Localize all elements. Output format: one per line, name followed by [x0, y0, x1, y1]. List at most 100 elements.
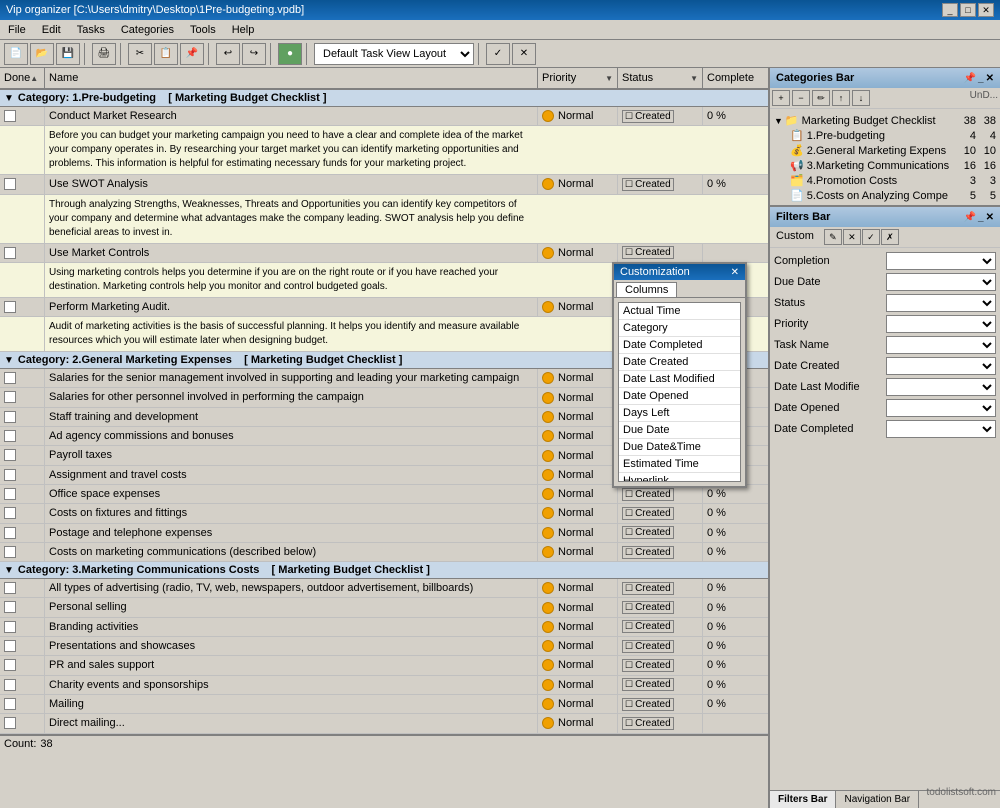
cut-button[interactable]: ✂ — [128, 43, 152, 65]
filter-apply-btn[interactable]: ✓ — [862, 229, 880, 245]
checkbox-4[interactable] — [4, 301, 16, 313]
category-row-3[interactable]: ▼ Category: 3.Marketing Communications C… — [0, 562, 768, 579]
task-done-1[interactable] — [0, 107, 45, 125]
list-item[interactable]: Hyperlink — [619, 473, 740, 482]
checkbox-2[interactable] — [4, 178, 16, 190]
close-button[interactable]: ✕ — [978, 3, 994, 17]
tree-root-expand-icon[interactable]: ▼ — [774, 116, 783, 126]
filter-label-datelastmod: Date Last Modifie — [774, 381, 860, 393]
tree-dn-btn[interactable]: ↓ — [852, 90, 870, 106]
copy-button[interactable]: 📋 — [154, 43, 178, 65]
menu-help[interactable]: Help — [224, 22, 263, 38]
cat-expand-2[interactable]: ▼ — [4, 355, 14, 366]
filter-dropdown-datecompleted[interactable] — [886, 420, 996, 438]
tree-item5-icon: 📄 — [790, 189, 804, 202]
list-item[interactable]: Category — [619, 320, 740, 337]
save-button[interactable]: 💾 — [56, 43, 80, 65]
task-status-1[interactable]: ☐Created — [618, 107, 703, 125]
task-done-3[interactable] — [0, 244, 45, 262]
dialog-title-text: Customization — [620, 266, 690, 278]
menu-tools[interactable]: Tools — [182, 22, 224, 38]
filters-bar-close-icon[interactable]: ✕ — [986, 212, 994, 223]
checkbox-3[interactable] — [4, 247, 16, 259]
undo-button[interactable]: ↩ — [216, 43, 240, 65]
list-item[interactable]: Date Completed — [619, 337, 740, 354]
category-row-1[interactable]: ▼ Category: 1.Pre-budgeting [ Marketing … — [0, 90, 768, 107]
checkbox-1[interactable] — [4, 110, 16, 122]
apply-button[interactable]: ✓ — [486, 43, 510, 65]
status-sort-icon[interactable]: ▼ — [690, 74, 698, 83]
green-button[interactable]: ● — [278, 43, 302, 65]
task-done-4[interactable] — [0, 298, 45, 316]
done-sort-icon[interactable]: ▲ — [30, 74, 38, 83]
list-item[interactable]: Actual Time — [619, 303, 740, 320]
filter-row-datecreated: Date Created — [774, 357, 996, 375]
maximize-button[interactable]: □ — [960, 3, 976, 17]
cat-bar-pin-icon[interactable]: 📌 — [964, 73, 976, 84]
cat-bar-min-icon[interactable]: _ — [978, 73, 984, 84]
list-item[interactable]: Days Left — [619, 405, 740, 422]
tree-item5-label: 5.Costs on Analyzing Compe — [807, 190, 956, 202]
filter-dropdown-datecreated[interactable] — [886, 357, 996, 375]
menu-bar: File Edit Tasks Categories Tools Help — [0, 20, 1000, 40]
filter-dropdown-datelastmod[interactable] — [886, 378, 996, 396]
new-button[interactable]: 📄 — [4, 43, 28, 65]
menu-file[interactable]: File — [0, 22, 34, 38]
filter-clear-btn[interactable]: ✗ — [881, 229, 899, 245]
tree-item-1[interactable]: 📋 1.Pre-budgeting 4 4 — [788, 128, 998, 143]
list-item[interactable]: Date Created — [619, 354, 740, 371]
tree-add-btn[interactable]: + — [772, 90, 790, 106]
list-item[interactable]: Due Date&Time — [619, 439, 740, 456]
priority-sort-icon[interactable]: ▼ — [605, 74, 613, 83]
filter-dropdown-taskname[interactable] — [886, 336, 996, 354]
tree-item-3[interactable]: 📢 3.Marketing Communications 16 16 — [788, 158, 998, 173]
tree-item2-total1: 10 — [956, 145, 976, 157]
list-item[interactable]: Date Opened — [619, 388, 740, 405]
tree-edit-btn[interactable]: ✏ — [812, 90, 830, 106]
redo-button[interactable]: ↪ — [242, 43, 266, 65]
tree-up-btn[interactable]: ↑ — [832, 90, 850, 106]
tree-item-4[interactable]: 🗂️ 4.Promotion Costs 3 3 — [788, 173, 998, 188]
cat-expand-1[interactable]: ▼ — [4, 93, 14, 104]
print-button[interactable]: 🖨 — [92, 43, 116, 65]
filter-dropdown-priority[interactable] — [886, 315, 996, 333]
filters-bar-min-icon[interactable]: _ — [978, 212, 984, 223]
note-indent-1 — [0, 126, 45, 174]
filter-dropdown-duedate[interactable] — [886, 273, 996, 291]
cancel-layout-button[interactable]: ✕ — [512, 43, 536, 65]
task-priority-4: Normal — [538, 298, 618, 316]
filter-dropdown-status[interactable] — [886, 294, 996, 312]
dialog-tab-columns[interactable]: Columns — [616, 282, 677, 297]
category-tree: ▼ 📁 Marketing Budget Checklist 38 38 📋 1… — [770, 111, 1000, 205]
open-button[interactable]: 📂 — [30, 43, 54, 65]
layout-dropdown[interactable]: Default Task View Layout — [314, 43, 474, 65]
menu-edit[interactable]: Edit — [34, 22, 69, 38]
task-status-2[interactable]: ☐Created — [618, 175, 703, 193]
filter-del-btn[interactable]: ✕ — [843, 229, 861, 245]
tree-item-2[interactable]: 💰 2.General Marketing Expens 10 10 — [788, 143, 998, 158]
status-badge-1: ☐Created — [622, 110, 674, 123]
dialog-close-button[interactable]: ✕ — [731, 267, 739, 278]
cat-expand-3[interactable]: ▼ — [4, 565, 14, 576]
list-item[interactable]: Date Last Modified — [619, 371, 740, 388]
task-status-3[interactable]: ☐Created — [618, 244, 703, 262]
tree-root[interactable]: ▼ 📁 Marketing Budget Checklist 38 38 — [772, 113, 998, 128]
task-name-2: Use SWOT Analysis — [45, 175, 538, 193]
cat-bar-close-icon[interactable]: ✕ — [986, 73, 994, 84]
filter-new-btn[interactable]: ✎ — [824, 229, 842, 245]
menu-categories[interactable]: Categories — [113, 22, 182, 38]
filter-dropdown-dateopened[interactable] — [886, 399, 996, 417]
minimize-button[interactable]: _ — [942, 3, 958, 17]
menu-tasks[interactable]: Tasks — [69, 22, 113, 38]
filter-dropdown-completion[interactable] — [886, 252, 996, 270]
filter-row-status: Status — [774, 294, 996, 312]
list-item[interactable]: Estimated Time — [619, 456, 740, 473]
dialog-column-list[interactable]: Actual Time Category Date Completed Date… — [618, 302, 741, 482]
tree-del-btn[interactable]: − — [792, 90, 810, 106]
filters-bar-pin-icon[interactable]: 📌 — [964, 212, 976, 223]
main-layout: Done ▲ Name Priority ▼ Status ▼ Complete… — [0, 68, 1000, 808]
list-item[interactable]: Due Date — [619, 422, 740, 439]
paste-button[interactable]: 📌 — [180, 43, 204, 65]
task-done-2[interactable] — [0, 175, 45, 193]
tree-item-5[interactable]: 📄 5.Costs on Analyzing Compe 5 5 — [788, 188, 998, 203]
